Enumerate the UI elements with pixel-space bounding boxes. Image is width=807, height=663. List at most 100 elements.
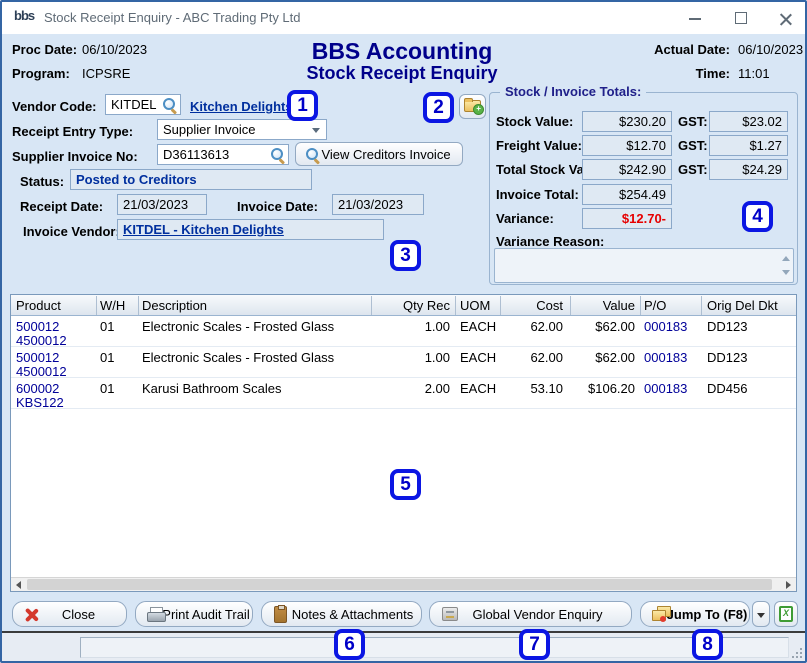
po-link[interactable]: 000183	[644, 381, 687, 396]
annotation-4: 4	[742, 201, 773, 232]
receipt-entry-type-label: Receipt Entry Type:	[12, 124, 133, 139]
value-cell: $62.00	[535, 350, 635, 365]
col-wh: W/H	[100, 298, 125, 313]
invoice-total-field: $254.49	[582, 184, 672, 205]
gst-label: GST:	[678, 114, 708, 129]
variance-reason-label: Variance Reason:	[496, 234, 604, 249]
description-cell: Electronic Scales - Frosted Glass	[142, 319, 334, 334]
maximize-button[interactable]	[724, 2, 758, 34]
actual-date-label: Actual Date:	[650, 42, 730, 57]
printer-icon	[147, 607, 164, 623]
export-excel-button[interactable]: X	[774, 601, 798, 627]
total-stock-val-field: $242.90	[582, 159, 672, 180]
annotation-3: 3	[390, 240, 421, 271]
col-value: Value	[535, 298, 635, 313]
chevron-down-icon	[757, 613, 765, 618]
print-audit-trail-button[interactable]: Print Audit Trail	[135, 601, 253, 627]
search-icon	[306, 148, 320, 162]
scrollbar-thumb[interactable]	[27, 579, 772, 590]
scroll-right-button[interactable]	[780, 578, 796, 591]
variance-label: Variance:	[496, 211, 554, 226]
status-value: Posted to Creditors	[76, 172, 197, 187]
view-creditors-invoice-button[interactable]: View Creditors Invoice	[295, 142, 463, 166]
titlebar: bbs Stock Receipt Enquiry - ABC Trading …	[2, 2, 805, 34]
gst-label: GST:	[678, 162, 708, 177]
product-code-link[interactable]: 600002	[16, 381, 59, 396]
value-cell: $62.00	[535, 319, 635, 334]
close-button[interactable]: Close	[12, 601, 127, 627]
invoice-vendor-field: KITDEL - Kitchen Delights	[117, 219, 384, 240]
receipt-date-field: 21/03/2023	[117, 194, 207, 215]
chevron-down-icon	[312, 128, 320, 133]
stock-value-field: $230.20	[582, 111, 672, 132]
vendor-code-value: KITDEL	[111, 97, 157, 112]
vendor-name-link[interactable]: Kitchen Delights	[190, 99, 293, 114]
stock-value-label: Stock Value:	[496, 114, 573, 129]
actual-date-value: 06/10/2023	[738, 42, 803, 57]
folder-plus-icon	[464, 100, 481, 112]
freight-value-label: Freight Value:	[496, 138, 582, 153]
po-link[interactable]: 000183	[644, 319, 687, 334]
total-stock-val-label: Total Stock Val:	[496, 162, 592, 177]
scroll-up-icon[interactable]	[782, 256, 790, 261]
variance-field: $12.70-	[582, 208, 672, 229]
value-cell: $106.20	[535, 381, 635, 396]
search-icon[interactable]	[163, 98, 177, 112]
column-divider	[138, 296, 139, 315]
table-row[interactable]: 600002 KBS122 01 Karusi Bathroom Scales …	[11, 378, 796, 409]
supplier-invoice-no-value: D36113613	[163, 147, 229, 162]
close-button-label: Close	[44, 607, 95, 622]
orig-del-dkt-cell: DD456	[707, 381, 747, 396]
resize-grip[interactable]	[792, 648, 802, 658]
app-title: BBS Accounting	[152, 38, 652, 65]
qty-rec-cell: 2.00	[363, 381, 450, 396]
scroll-down-icon[interactable]	[782, 270, 790, 275]
freight-value: $12.70	[626, 138, 666, 153]
product-code-link[interactable]: 500012	[16, 350, 59, 365]
notes-attachments-button[interactable]: Notes & Attachments	[261, 601, 422, 627]
product-code-link[interactable]: 500012	[16, 319, 59, 334]
invoice-vendor-link[interactable]: KITDEL - Kitchen Delights	[123, 222, 284, 237]
jump-to-button[interactable]: Jump To (F8)	[640, 601, 750, 627]
po-link[interactable]: 000183	[644, 350, 687, 365]
warehouse-cell: 01	[100, 319, 114, 334]
annotation-7: 7	[519, 629, 550, 660]
horizontal-scrollbar[interactable]	[11, 577, 796, 591]
product-alt-code[interactable]: 4500012	[16, 364, 67, 379]
annotation-5: 5	[390, 469, 421, 500]
invoice-date-value: 21/03/2023	[338, 197, 403, 212]
product-alt-code[interactable]: 4500012	[16, 333, 67, 348]
status-field: Posted to Creditors	[70, 169, 312, 190]
search-icon[interactable]	[271, 148, 285, 162]
stock-invoice-totals-panel: Stock / Invoice Totals: Stock Value: $23…	[489, 92, 798, 285]
jump-to-dropdown-button[interactable]	[752, 601, 770, 627]
total-gst-field: $24.29	[709, 159, 788, 180]
notepad-icon	[274, 606, 287, 623]
global-vendor-enquiry-button[interactable]: Global Vendor Enquiry	[429, 601, 632, 627]
receipt-entry-type-select[interactable]: Supplier Invoice	[157, 119, 327, 140]
app-logo-icon: bbs	[14, 8, 36, 27]
scroll-right-icon	[786, 581, 791, 589]
variance-reason-textarea[interactable]	[494, 248, 794, 283]
close-window-button[interactable]	[768, 2, 802, 34]
proc-date-value: 06/10/2023	[82, 42, 147, 57]
variance-value: $12.70-	[622, 211, 666, 226]
screen-title: Stock Receipt Enquiry	[152, 63, 652, 84]
status-bar-field	[80, 637, 789, 658]
product-alt-code[interactable]: KBS122	[16, 395, 64, 410]
annotation-2: 2	[423, 92, 454, 123]
status-label: Status:	[20, 174, 64, 189]
minimize-button[interactable]	[678, 2, 712, 34]
maximize-icon	[735, 12, 747, 24]
invoice-date-label: Invoice Date:	[237, 199, 318, 214]
col-qty-rec: Qty Rec	[363, 298, 450, 313]
table-row[interactable]: 500012 4500012 01 Electronic Scales - Fr…	[11, 347, 796, 378]
attachments-button[interactable]	[459, 94, 486, 119]
supplier-invoice-no-input[interactable]: D36113613	[157, 144, 289, 165]
stock-gst-field: $23.02	[709, 111, 788, 132]
excel-icon: X	[779, 606, 793, 622]
scroll-left-button[interactable]	[11, 578, 27, 591]
vendor-code-input[interactable]: KITDEL	[105, 94, 181, 115]
red-x-icon	[25, 608, 38, 621]
table-row[interactable]: 500012 4500012 01 Electronic Scales - Fr…	[11, 316, 796, 347]
